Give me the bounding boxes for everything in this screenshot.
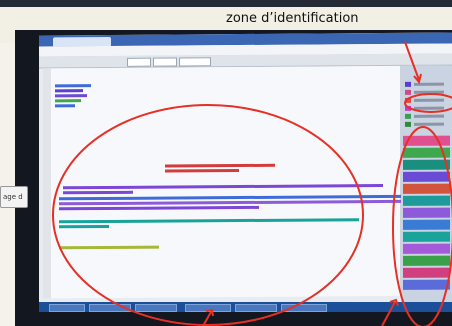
- editor-annotation-circle: [52, 104, 364, 326]
- red-annotation-overlay: [52, 41, 452, 326]
- arrow-to-panel: [381, 301, 396, 326]
- panel-annotation-circle: [392, 126, 452, 326]
- arrow-to-id-zone: [404, 41, 420, 81]
- identification-zone-circle: [404, 93, 452, 113]
- arrow-to-editor: [202, 311, 212, 326]
